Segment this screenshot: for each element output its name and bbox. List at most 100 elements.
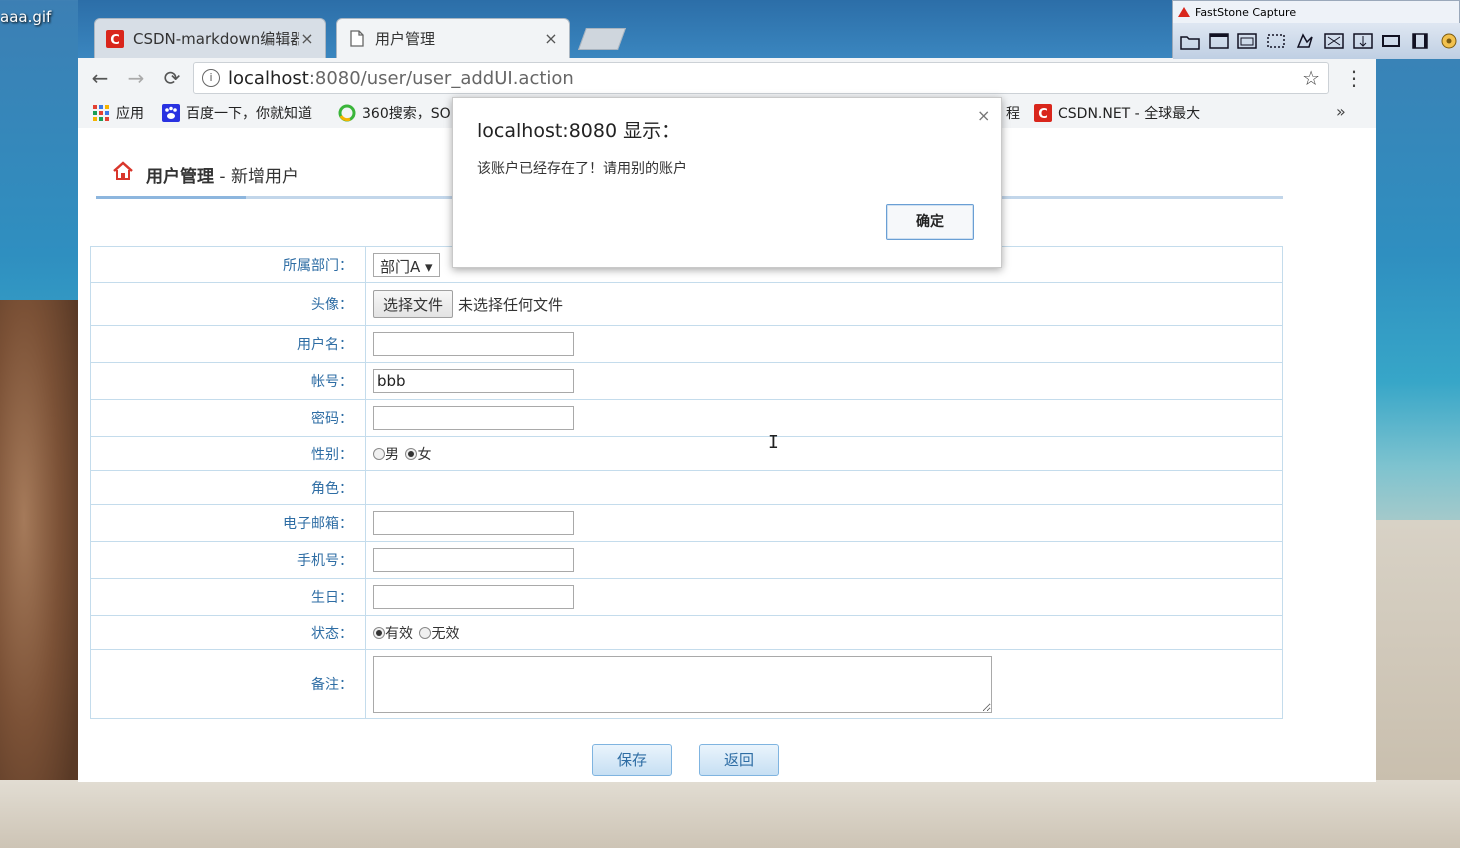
bookmark-tutorial[interactable]: 程 (1006, 103, 1020, 123)
csdn-icon: C (1034, 104, 1052, 122)
faststone-title: FastStone Capture (1177, 4, 1296, 20)
birthday-input[interactable] (373, 585, 574, 609)
capture-object-icon[interactable] (1236, 30, 1260, 52)
capture-freehand-icon[interactable] (1293, 30, 1317, 52)
form-row-password: 密码： (90, 399, 1283, 437)
password-label: 密码： (90, 399, 366, 437)
browser-menu-icon[interactable]: ⋮ (1344, 66, 1364, 90)
tab-user-management[interactable]: 用户管理 × (336, 18, 570, 58)
phone-input[interactable] (373, 548, 574, 572)
email-input[interactable] (373, 511, 574, 535)
choose-file-button[interactable]: 选择文件 (373, 290, 454, 318)
faststone-tools (1173, 23, 1460, 59)
bookmark-star-icon[interactable]: ☆ (1302, 66, 1320, 90)
dialog-message: 该账户已经存在了！请用别的账户 (477, 161, 687, 177)
faststone-title-text: FastStone Capture (1195, 5, 1297, 19)
dialog-close-icon[interactable]: × (977, 106, 990, 125)
form-row-gender: 性别： 男 女 (90, 436, 1283, 471)
gender-female-label: 女 (417, 446, 432, 463)
gender-female-radio[interactable] (405, 447, 418, 460)
gender-male-radio[interactable] (373, 447, 385, 460)
tab-close-icon[interactable]: × (299, 29, 315, 48)
capture-window-icon[interactable] (1207, 30, 1231, 52)
text-cursor-icon: I (768, 432, 779, 453)
save-button[interactable]: 保存 (592, 744, 672, 776)
username-label: 用户名： (90, 325, 366, 363)
record-video-icon[interactable] (1408, 30, 1432, 52)
form-row-remark: 备注： (90, 649, 1283, 719)
department-select[interactable]: 部门A ▾ (373, 252, 440, 277)
status-valid-radio[interactable] (373, 626, 385, 639)
tab-title: 用户管理 (375, 30, 436, 48)
account-input[interactable] (373, 369, 574, 393)
capture-region-icon[interactable] (1264, 30, 1288, 52)
faststone-logo-icon (1178, 7, 1190, 17)
bookmark-csdn[interactable]: C CSDN.NET - 全球最大 (1034, 103, 1206, 123)
status-valid-label: 有效 (385, 625, 413, 642)
back-button[interactable]: 返回 (699, 744, 779, 776)
bookmark-label: 百度一下，你就知道 (186, 106, 312, 122)
desktop-sand (0, 780, 1460, 848)
alert-dialog: localhost:8080 显示： × 该账户已经存在了！请用别的账户 确定 (452, 97, 1002, 268)
open-icon[interactable] (1178, 30, 1202, 52)
birthday-label: 生日： (90, 578, 366, 616)
url-host: localhost (228, 67, 309, 89)
file-status-text: 未选择任何文件 (458, 295, 564, 314)
form-row-username: 用户名： (90, 325, 1283, 363)
gender-label: 性别： (90, 436, 366, 471)
info-icon[interactable]: i (202, 69, 220, 87)
bookmark-baidu[interactable]: 百度一下，你就知道 (162, 103, 312, 123)
status-invalid-radio[interactable] (419, 626, 432, 639)
form-row-avatar: 头像： 选择文件 未选择任何文件 (90, 282, 1283, 326)
header-accent-bar (96, 196, 246, 199)
avatar-label: 头像： (90, 282, 366, 326)
account-label: 帐号： (90, 362, 366, 400)
form-row-email: 电子邮箱： (90, 504, 1283, 542)
back-arrow-icon[interactable]: ← (88, 66, 112, 90)
reload-icon[interactable]: ⟳ (160, 66, 184, 90)
url-path: :8080/user/user_addUI.action (308, 67, 574, 89)
form-row-phone: 手机号： (90, 541, 1283, 579)
remark-textarea[interactable] (373, 655, 992, 713)
password-input[interactable] (373, 406, 574, 430)
settings-icon[interactable] (1437, 30, 1460, 52)
bookmark-apps[interactable]: 应用 (92, 103, 144, 123)
remark-label: 备注： (90, 649, 366, 719)
forward-arrow-icon[interactable]: → (124, 66, 148, 90)
capture-fullscreen-icon[interactable] (1322, 30, 1346, 52)
gender-male-label: 男 (385, 446, 399, 463)
dialog-ok-button[interactable]: 确定 (886, 204, 974, 240)
address-bar[interactable]: i localhost:8080/user/user_addUI.action … (193, 62, 1329, 94)
csdn-icon: C (105, 29, 125, 49)
capture-scrolling-icon[interactable] (1351, 30, 1375, 52)
tab-csdn-editor[interactable]: C CSDN-markdown编辑器 × (94, 18, 326, 58)
tab-close-icon[interactable]: × (543, 29, 559, 48)
bookmark-label: CSDN.NET - 全球最大 (1058, 106, 1201, 122)
phone-label: 手机号： (90, 541, 366, 579)
faststone-toolbar: FastStone Capture (1172, 0, 1460, 59)
desktop-sand-rock (1376, 520, 1460, 780)
form-row-account: 帐号： (90, 362, 1283, 400)
bookmarks-overflow-icon[interactable]: » (1336, 102, 1346, 121)
page-title-sub: - 新增用户 (214, 167, 299, 187)
page-icon (347, 29, 367, 49)
form-row-role: 角色： (90, 470, 1283, 505)
form-row-status: 状态： 有效 无效 (90, 615, 1283, 650)
role-label: 角色： (90, 470, 366, 505)
page-title: 用户管理 - 新增用户 (146, 162, 299, 187)
browser-toolbar: ← → ⟳ i localhost:8080/user/user_addUI.a… (78, 58, 1376, 99)
user-form: 所属部门： 部门A ▾ 头像： 选择文件未选择任何文件 用户名： 帐号： 密码：… (90, 246, 1283, 719)
svg-text:C: C (1038, 107, 1048, 122)
department-label: 所属部门： (90, 246, 366, 283)
status-label: 状态： (90, 615, 366, 650)
status-invalid-label: 无效 (431, 625, 460, 642)
address-url[interactable]: localhost:8080/user/user_addUI.action (228, 68, 1302, 89)
bookmark-360[interactable]: 360搜索，SO (338, 103, 452, 123)
dialog-title: localhost:8080 显示： (477, 120, 681, 142)
svg-text:C: C (110, 33, 120, 48)
desktop-file-label[interactable]: aaa.gif (0, 8, 51, 26)
username-input[interactable] (373, 332, 574, 356)
capture-fixed-icon[interactable] (1380, 30, 1404, 52)
new-tab-button[interactable] (577, 28, 627, 50)
so360-icon (338, 104, 356, 122)
